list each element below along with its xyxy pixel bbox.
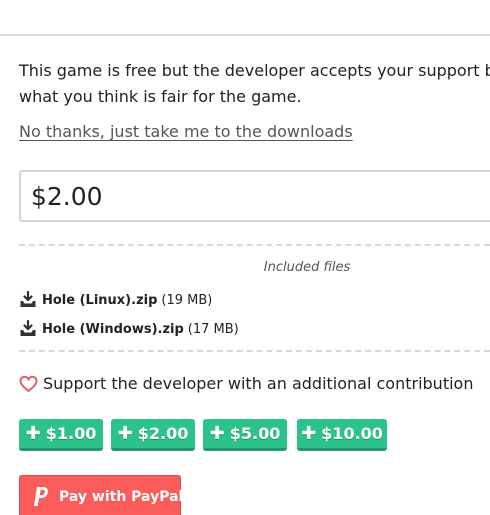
heart-outline-icon [19,375,38,393]
plus-icon: ✚ [209,422,225,444]
intro-text: This game is free but the developer acce… [19,58,490,110]
file-name: Hole (Linux).zip [42,292,158,308]
file-item[interactable]: Hole (Linux).zip (19 MB) [19,291,212,309]
file-size: (19 MB) [161,292,213,308]
divider-dashed [19,244,490,246]
payment-panel: This game is free but the developer acce… [19,0,490,515]
file-name: Hole (Windows).zip [42,321,184,337]
paypal-label: Pay with PayPal [59,489,184,505]
add-5-dollar-button[interactable]: ✚ $5.00 [203,419,287,451]
add-2-dollar-button[interactable]: ✚ $2.00 [111,419,195,451]
file-size: (17 MB) [187,321,239,337]
support-contribution-toggle[interactable]: Support the developer with an additional… [19,374,473,393]
add-10-dollar-button[interactable]: ✚ $10.00 [297,419,387,451]
intro-line-1: This game is free but the developer acce… [19,61,490,80]
amount-label: $1.00 [45,424,97,443]
file-item[interactable]: Hole (Windows).zip (17 MB) [19,320,239,338]
no-thanks-link[interactable]: No thanks, just take me to the downloads [19,120,353,144]
intro-line-2: what you think is fair for the game. [19,87,302,106]
download-icon [19,291,37,309]
support-label: Support the developer with an additional… [43,374,474,393]
download-icon [19,320,37,338]
plus-icon: ✚ [25,422,41,444]
amount-label: $2.00 [137,424,189,443]
price-field[interactable] [19,170,490,222]
pay-with-paypal-button[interactable]: Pay with PayPal [19,475,184,515]
price-input[interactable] [31,181,431,211]
add-1-dollar-button[interactable]: ✚ $1.00 [19,419,103,451]
amount-label: $10.00 [321,424,383,443]
plus-icon: ✚ [301,422,317,444]
paypal-icon [30,485,50,507]
amount-label: $5.00 [229,424,281,443]
files-heading: Included files [263,260,351,275]
divider-dashed [19,350,490,352]
plus-icon: ✚ [117,422,133,444]
